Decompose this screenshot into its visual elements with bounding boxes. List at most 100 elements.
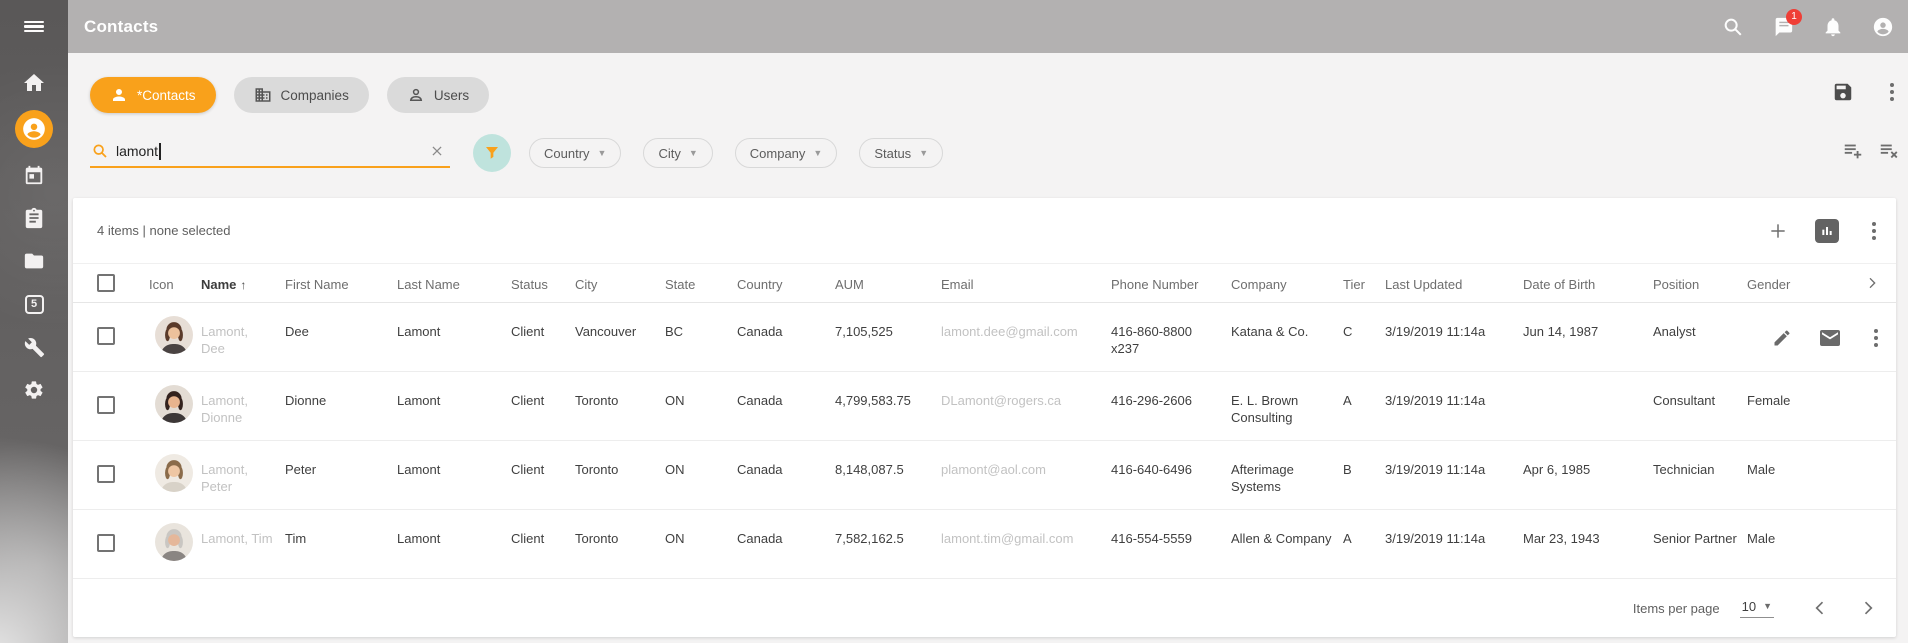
filter-button[interactable] [473,134,511,172]
column-header-city[interactable]: City [575,264,665,302]
add-icon[interactable] [1768,221,1788,241]
table-header: Icon Name↑ First Name Last Name Status C… [73,264,1896,303]
sidebar-item-contacts-active[interactable] [15,110,53,148]
column-header-position[interactable]: Position [1653,264,1747,302]
folder-icon [23,250,45,272]
topbar: Contacts 1 [68,0,1908,53]
column-header-company[interactable]: Company [1231,264,1343,302]
column-header-gender[interactable]: Gender [1747,264,1823,302]
row-checkbox[interactable] [97,534,115,552]
save-icon[interactable] [1832,81,1854,103]
column-header-aum[interactable]: AUM [835,264,941,302]
chat-button[interactable]: 1 [1772,16,1794,38]
tab-companies[interactable]: Companies [234,77,369,113]
column-header-icon[interactable]: Icon [149,264,201,302]
cell-status: Client [511,303,575,371]
cell-last-name: Lamont [397,303,511,371]
column-header-name[interactable]: Name↑ [201,264,285,302]
search-value: lamont [116,143,158,159]
column-header-last-updated[interactable]: Last Updated [1385,264,1523,302]
column-header-status[interactable]: Status [511,264,575,302]
column-header-country[interactable]: Country [737,264,835,302]
cell-company: E. L. Brown Consulting [1231,372,1343,440]
column-header-last-name[interactable]: Last Name [397,264,511,302]
edit-icon[interactable] [1772,328,1792,348]
table-row[interactable]: Lamont, Dionne Dionne Lamont Client Toro… [73,372,1896,441]
menu-button[interactable] [0,0,68,53]
cell-email: DLamont@rogers.ca [941,372,1111,440]
column-header-tier[interactable]: Tier [1343,264,1385,302]
tab-contacts[interactable]: *Contacts [90,77,216,113]
filter-country[interactable]: Country ▼ [529,138,621,168]
more-vertical-icon[interactable] [1866,220,1882,242]
column-header-first-name[interactable]: First Name [285,264,397,302]
page-size-select[interactable]: 10 ▼ [1740,599,1774,618]
table-row[interactable]: Lamont, Dee Dee Lamont Client Vancouver … [73,303,1896,372]
items-per-page-label: Items per page [1633,601,1720,616]
clipboard-icon [23,207,45,229]
cell-state: ON [665,372,737,440]
filter-city[interactable]: City ▼ [643,138,712,168]
account-icon [1872,16,1894,38]
cell-last-name: Lamont [397,372,511,440]
sidebar-item-tools[interactable] [22,335,46,359]
cell-dob: Jun 14, 1987 [1523,303,1653,371]
search-icon [1722,16,1744,38]
filter-company[interactable]: Company ▼ [735,138,838,168]
column-header-phone[interactable]: Phone Number [1111,264,1231,302]
sidebar-item-tasks[interactable] [22,206,46,230]
sidebar-item-5500[interactable]: 5 [22,292,46,316]
cell-aum: 8,148,087.5 [835,441,941,509]
scroll-columns-right-icon[interactable] [1864,275,1880,291]
cell-position: Analyst [1653,303,1747,371]
select-all-checkbox[interactable] [97,274,115,292]
account-button[interactable] [1872,16,1894,38]
playlist-add-icon[interactable] [1842,140,1864,162]
more-vertical-icon[interactable] [1884,81,1900,103]
cell-tier: B [1343,441,1385,509]
cell-position: Consultant [1653,372,1747,440]
main-content: *Contacts Companies Users lamont Country… [68,53,1908,643]
table-row[interactable]: Lamont, Tim Tim Lamont Client Toronto ON… [73,510,1896,579]
previous-page-icon[interactable] [1810,598,1830,618]
sidebar-item-settings[interactable] [22,378,46,402]
table-toolbar: 4 items | none selected [73,198,1896,264]
clear-search-icon[interactable] [430,144,444,158]
filter-chips: Country ▼ City ▼ Company ▼ Status ▼ [529,138,943,168]
sidebar-item-documents[interactable] [22,249,46,273]
email-icon[interactable] [1818,326,1842,350]
entity-tabs: *Contacts Companies Users [90,77,489,113]
avatar [155,316,193,354]
column-header-state[interactable]: State [665,264,737,302]
row-checkbox[interactable] [97,465,115,483]
chip-label: City [658,146,680,161]
playlist-remove-icon[interactable] [1878,140,1900,162]
page-title: Contacts [68,17,158,37]
cell-name: Lamont, Dionne [201,372,285,440]
funnel-icon [483,144,501,162]
filter-status[interactable]: Status ▼ [859,138,943,168]
chat-badge: 1 [1786,9,1802,25]
table-row[interactable]: Lamont, Peter Peter Lamont Client Toront… [73,441,1896,510]
search-input[interactable]: lamont [90,136,450,168]
row-checkbox[interactable] [97,396,115,414]
row-checkbox[interactable] [97,327,115,345]
search-button[interactable] [1722,16,1744,38]
bar-chart-icon[interactable] [1815,219,1839,243]
cell-state: BC [665,303,737,371]
cell-city: Toronto [575,372,665,440]
sidebar-item-home[interactable] [22,71,46,95]
sidebar-item-calendar[interactable] [22,163,46,187]
more-vertical-icon[interactable] [1868,327,1884,349]
tab-users[interactable]: Users [387,77,489,113]
column-header-dob[interactable]: Date of Birth [1523,264,1653,302]
cell-first-name: Tim [285,510,397,578]
next-page-icon[interactable] [1858,598,1878,618]
chevron-down-icon: ▼ [689,148,698,158]
cell-email: plamont@aol.com [941,441,1111,509]
notifications-button[interactable] [1822,16,1844,38]
cell-city: Toronto [575,441,665,509]
cell-last-updated: 3/19/2019 11:14a [1385,372,1523,440]
column-header-email[interactable]: Email [941,264,1111,302]
sort-asc-icon: ↑ [240,278,246,292]
